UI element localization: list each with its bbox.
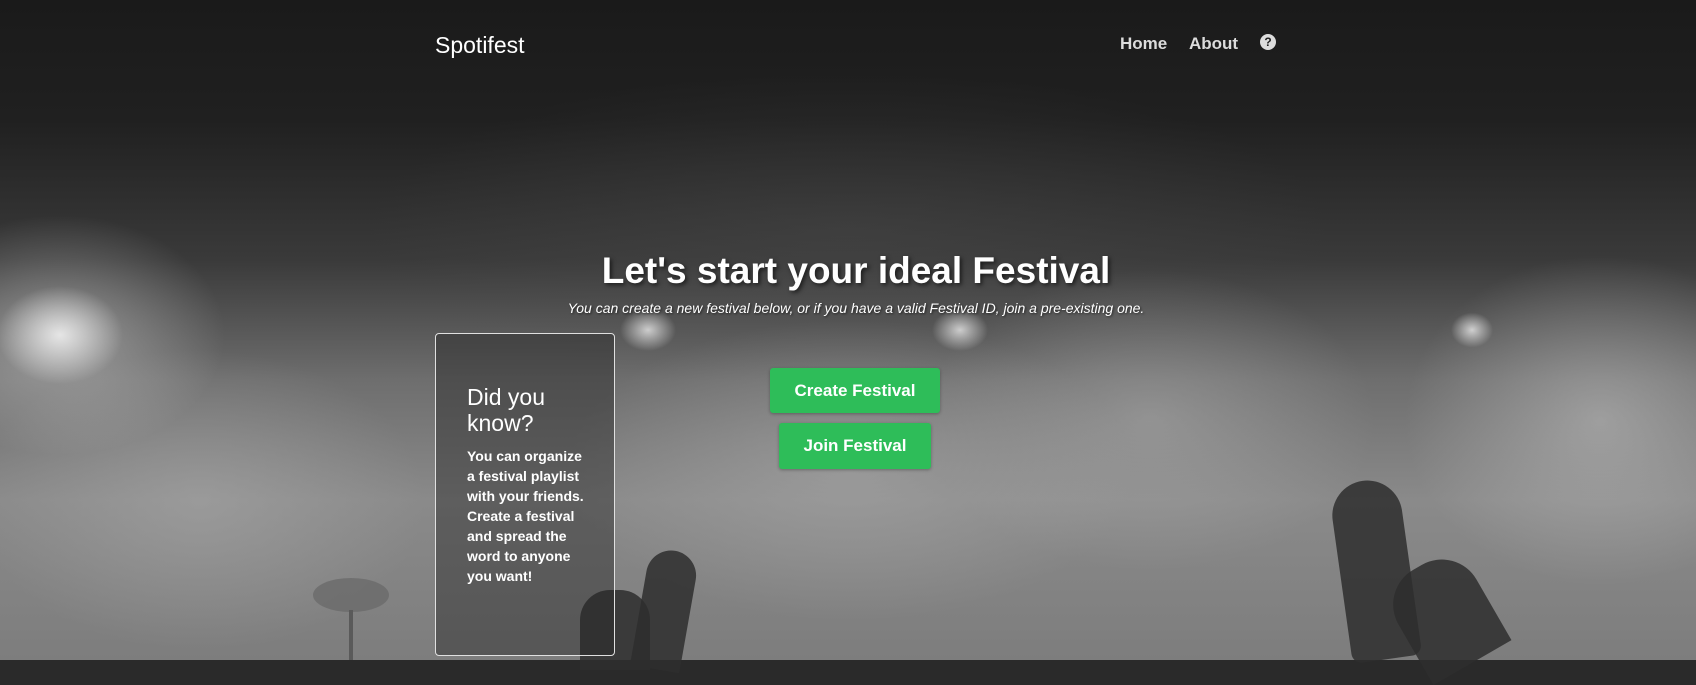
stage-lamp <box>313 578 389 612</box>
join-festival-button[interactable]: Join Festival <box>779 423 931 469</box>
did-you-know-body: You can organize a festival playlist wit… <box>467 448 584 584</box>
navbar: Spotifest Home About ? <box>0 0 1696 90</box>
stage-lamp-pole <box>349 610 353 660</box>
nav-link-about[interactable]: About <box>1189 34 1238 54</box>
brand-logo[interactable]: Spotifest <box>435 32 525 59</box>
nav-link-home[interactable]: Home <box>1120 34 1167 54</box>
page-subtitle: You can create a new festival below, or … <box>567 300 1145 316</box>
did-you-know-card: Did you know? You can organize a festiva… <box>435 333 615 656</box>
create-festival-button[interactable]: Create Festival <box>770 368 940 413</box>
did-you-know-title: Did you know? <box>467 384 545 436</box>
question-circle-icon[interactable]: ? <box>1260 34 1276 50</box>
page-title: Let's start your ideal Festival <box>601 250 1111 291</box>
background-concert-image <box>0 0 1696 685</box>
